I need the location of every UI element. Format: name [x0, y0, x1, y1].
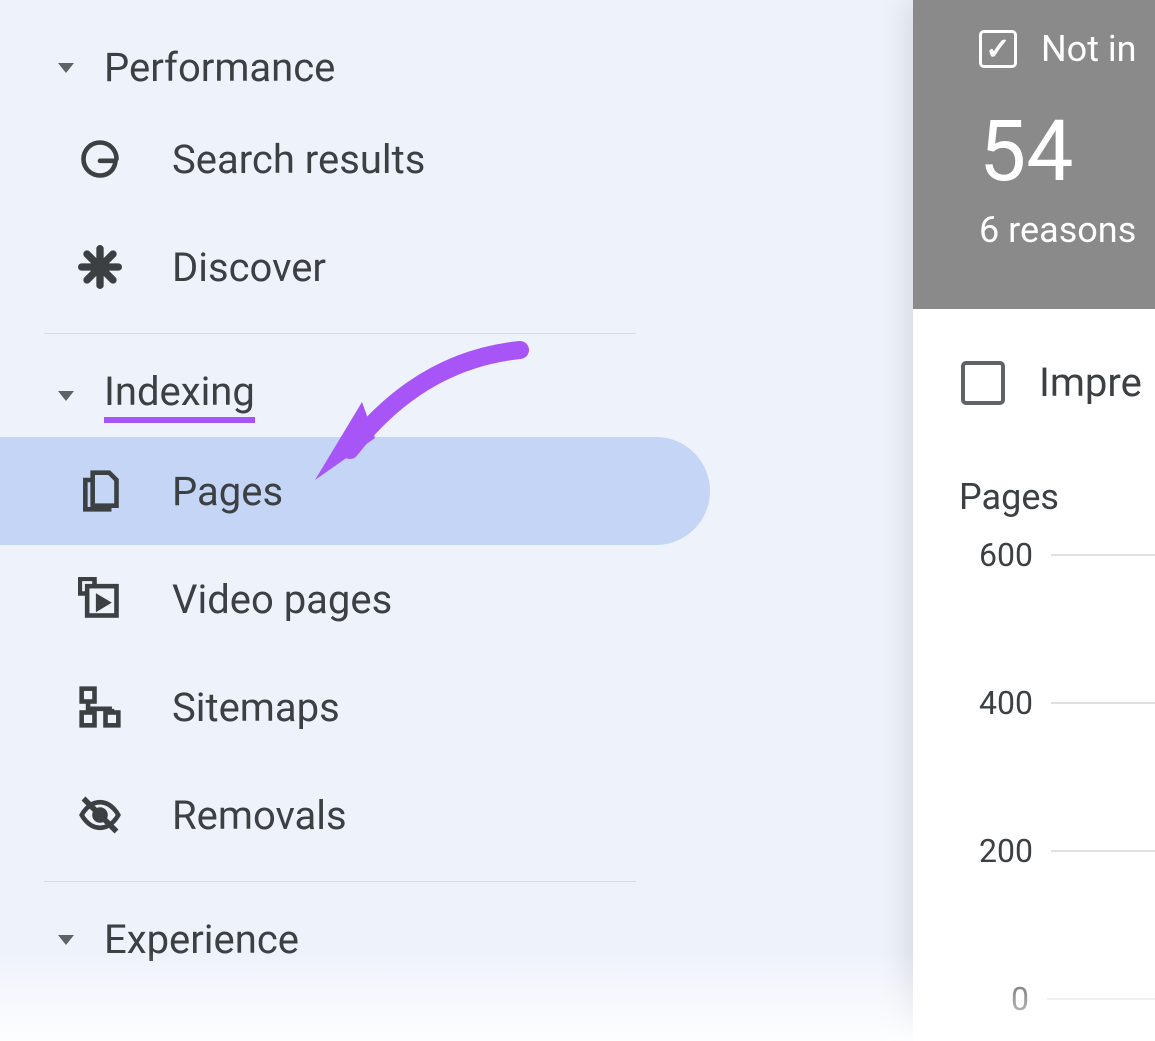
checkbox-label: Not in — [1041, 28, 1137, 70]
pages-chart: Pages 600 400 200 0 — [913, 446, 1155, 1006]
checkbox-impressions[interactable] — [961, 361, 1005, 405]
section-title: Performance — [104, 44, 335, 91]
stat-subtitle: 6 reasons — [979, 209, 1155, 251]
y-tick: 600 — [979, 536, 1155, 574]
chart-title: Pages — [959, 476, 1155, 518]
section-title: Indexing — [104, 368, 255, 423]
checkbox-row-impressions[interactable]: Impre — [913, 309, 1155, 446]
sidebar: Performance Search results Discover Inde… — [0, 0, 680, 977]
sidebar-item-label: Pages — [172, 468, 283, 515]
sidebar-item-label: Sitemaps — [172, 684, 340, 731]
sidebar-item-discover[interactable]: Discover — [0, 213, 680, 321]
sidebar-item-pages[interactable]: Pages — [0, 437, 710, 545]
sidebar-item-removals[interactable]: Removals — [0, 761, 680, 869]
video-icon — [76, 575, 124, 623]
stat-number: 54 — [979, 102, 1155, 201]
y-tick: 0 — [1011, 980, 1155, 1018]
sidebar-item-label: Search results — [172, 136, 425, 183]
sidebar-item-label: Removals — [172, 792, 347, 839]
y-tick: 400 — [979, 684, 1155, 722]
section-header-indexing[interactable]: Indexing — [0, 354, 680, 437]
chevron-down-icon — [58, 935, 74, 945]
checkbox-row: Not in — [979, 28, 1155, 70]
sidebar-item-label: Discover — [172, 244, 326, 291]
chevron-down-icon — [58, 63, 74, 73]
sidebar-item-label: Video pages — [172, 576, 392, 623]
stat-card-not-indexed[interactable]: Not in 54 6 reasons — [913, 0, 1155, 309]
pages-icon — [76, 467, 124, 515]
sidebar-item-search-results[interactable]: Search results — [0, 105, 680, 213]
section-header-performance[interactable]: Performance — [0, 30, 680, 105]
right-panel: Not in 54 6 reasons Impre Pages 600 400 … — [913, 0, 1155, 1041]
checkbox-label: Impre — [1039, 359, 1142, 406]
y-tick: 200 — [979, 832, 1155, 870]
divider — [44, 881, 636, 882]
asterisk-icon — [76, 243, 124, 291]
divider — [44, 333, 636, 334]
eye-off-icon — [76, 791, 124, 839]
section-title: Experience — [104, 916, 299, 963]
sitemap-icon — [76, 683, 124, 731]
section-header-experience[interactable]: Experience — [0, 902, 680, 977]
sidebar-item-video-pages[interactable]: Video pages — [0, 545, 680, 653]
chevron-down-icon — [58, 391, 74, 401]
checkbox-not-indexed[interactable] — [979, 30, 1017, 68]
sidebar-item-sitemaps[interactable]: Sitemaps — [0, 653, 680, 761]
google-icon — [76, 135, 124, 183]
chart-y-axis: 600 400 200 0 — [959, 536, 1155, 1006]
